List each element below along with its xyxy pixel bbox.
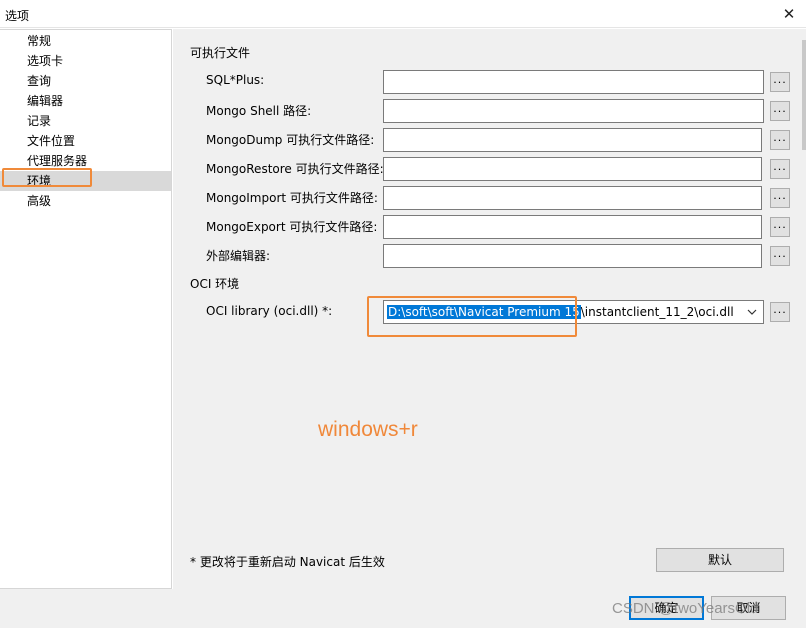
mongo-shell-label: Mongo Shell 路径: [206, 104, 312, 118]
mongodump-label: MongoDump 可执行文件路径: [206, 133, 375, 147]
watermark-text: CSDN @twoYearsOld [612, 600, 759, 617]
oci-section-title: OCI 环境 [190, 277, 240, 291]
options-sidebar: 常规 选项卡 查询 编辑器 记录 文件位置 代理服务器 环境 高级 [0, 29, 172, 589]
sidebar-item-query[interactable]: 查询 [0, 71, 171, 91]
sidebar-item-records[interactable]: 记录 [0, 111, 171, 131]
mongoimport-label: MongoImport 可执行文件路径: [206, 191, 378, 205]
sqlplus-path-field[interactable] [383, 70, 764, 94]
close-icon[interactable]: ✕ [778, 4, 800, 24]
mongoimport-path-field[interactable] [383, 186, 762, 210]
restart-note: * 更改将于重新启动 Navicat 后生效 [190, 555, 385, 569]
external-editor-path-field[interactable] [383, 244, 762, 268]
sidebar-item-general[interactable]: 常规 [0, 31, 171, 51]
sqlplus-label: SQL*Plus: [206, 73, 265, 87]
mongoexport-path-field[interactable] [383, 215, 762, 239]
external-editor-label: 外部编辑器: [206, 249, 271, 263]
executables-section-title: 可执行文件 [190, 46, 251, 60]
background-window-edge [802, 40, 806, 150]
default-button[interactable]: 默认 [656, 548, 784, 572]
mongo-shell-path-field[interactable] [383, 99, 764, 123]
mongorestore-browse-button[interactable]: ... [770, 159, 790, 179]
sidebar-item-tabs[interactable]: 选项卡 [0, 51, 171, 71]
sidebar-item-advanced[interactable]: 高级 [0, 191, 171, 211]
mongodump-path-field[interactable] [383, 128, 762, 152]
external-editor-browse-button[interactable]: ... [770, 246, 790, 266]
mongoimport-browse-button[interactable]: ... [770, 188, 790, 208]
window-title: 选项 [5, 9, 30, 23]
title-bar: 选项 ✕ [0, 0, 806, 28]
oci-highlight-box [367, 296, 577, 337]
mongoexport-label: MongoExport 可执行文件路径: [206, 220, 378, 234]
oci-library-rest-text: \instantclient_11_2\oci.dll [580, 305, 734, 319]
mongorestore-label: MongoRestore 可执行文件路径: [206, 162, 384, 176]
sqlplus-browse-button[interactable]: ... [770, 72, 790, 92]
sidebar-item-editor[interactable]: 编辑器 [0, 91, 171, 111]
sidebar-item-file-location[interactable]: 文件位置 [0, 131, 171, 151]
sidebar-highlight-box [2, 168, 92, 187]
oci-library-label: OCI library (oci.dll) *: [206, 304, 333, 318]
mongodump-browse-button[interactable]: ... [770, 130, 790, 150]
annotation-text: windows+r [318, 418, 418, 441]
chevron-down-icon[interactable] [745, 304, 759, 320]
mongoexport-browse-button[interactable]: ... [770, 217, 790, 237]
oci-library-browse-button[interactable]: ... [770, 302, 790, 322]
mongorestore-path-field[interactable] [383, 157, 762, 181]
mongo-shell-browse-button[interactable]: ... [770, 101, 790, 121]
